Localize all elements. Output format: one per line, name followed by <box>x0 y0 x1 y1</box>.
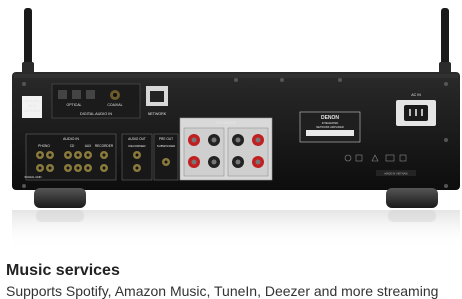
aux-label: AUX <box>85 144 92 148</box>
brand-label: DENON <box>321 115 339 121</box>
left-antenna <box>22 8 34 76</box>
model-plate-line3: MODEL NO. PMA-900HNE <box>313 131 347 135</box>
audio-out-section: AUDIO OUT RECORDER <box>121 133 153 181</box>
coaxial-label: COAXIAL <box>107 103 122 107</box>
model-plate-line2: NETWORK AMPLIFIER <box>316 125 344 129</box>
right-antenna <box>439 8 451 76</box>
optical-label: OPTICAL <box>67 103 82 107</box>
digital-audio-section: OPTICAL COAXIAL DIGITAL AUDIO IN <box>51 83 141 119</box>
ac-label: AC IN <box>411 93 421 97</box>
model-plate-line1: INTEGRATED <box>322 121 339 125</box>
antenna-label-line2: Wi-Fi <box>28 104 36 108</box>
speaker-terminals: SPEAKERS <box>179 117 273 181</box>
digital-audio-label: DIGITAL AUDIO IN <box>80 112 112 116</box>
pre-out-section: PRE OUT SUBWOOFER <box>153 133 179 181</box>
audio-out-label: AUDIO OUT <box>128 137 146 141</box>
subwoofer-label: SUBWOOFER <box>157 144 175 148</box>
phono-label: PHONO <box>38 144 50 148</box>
caption-subtext: Supports Spotify, Amazon Music, TuneIn, … <box>6 283 439 299</box>
network-label: NETWORK <box>148 112 167 116</box>
amplifier-rear-panel-photo: Bluetooth/ Wi-Fi ANTENNA OPTICAL COAXIAL… <box>12 8 460 248</box>
recorder-out-label: RECORDER <box>128 144 146 148</box>
audio-in-section: AUDIO IN PHONO CD AUX RECORDER SIGNAL GN… <box>24 133 117 181</box>
cd-label: CD <box>70 144 75 148</box>
speakers-label: SPEAKERS <box>216 121 237 125</box>
left-foot <box>34 188 86 208</box>
pre-out-label: PRE OUT <box>159 137 173 141</box>
antenna-label-line1: Bluetooth/ <box>25 99 39 103</box>
audio-in-label: AUDIO IN <box>63 137 79 141</box>
network-port: NETWORK <box>146 86 168 116</box>
floor-reflection <box>12 210 460 248</box>
signal-gnd-label: SIGNAL GND <box>24 175 41 179</box>
antenna-label-line3: ANTENNA <box>24 109 40 113</box>
caption-heading: Music services <box>6 262 120 279</box>
right-foot <box>386 188 438 208</box>
made-in-label: MADE IN VIETNAM <box>384 172 407 176</box>
recorder-label: RECORDER <box>95 144 114 148</box>
model-plate: DENON INTEGRATED NETWORK AMPLIFIER MODEL… <box>299 111 361 143</box>
